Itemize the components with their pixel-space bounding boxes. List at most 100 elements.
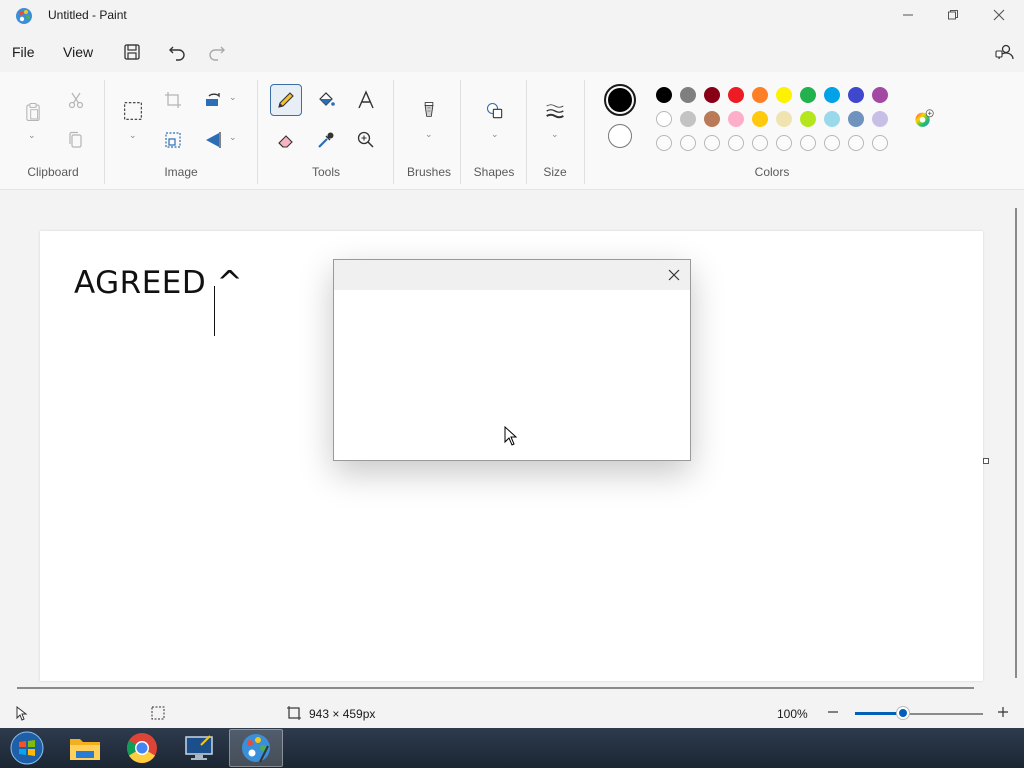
line-size-icon[interactable] [543, 99, 567, 123]
color-swatch[interactable] [848, 87, 864, 103]
pencil-icon[interactable] [275, 89, 297, 111]
restore-button[interactable] [930, 0, 976, 30]
color-swatch[interactable] [776, 111, 792, 127]
ribbon-divider [526, 80, 527, 184]
crop-icon[interactable] [162, 89, 184, 111]
menu-view[interactable]: View [63, 44, 93, 60]
copy-icon[interactable] [65, 129, 87, 151]
custom-color-slot[interactable] [680, 135, 696, 151]
group-label-size: Size [543, 165, 567, 179]
select-rectangle-icon[interactable] [121, 99, 145, 123]
shapes-icon[interactable] [483, 99, 507, 123]
canvas-text: AGREED ^ [74, 265, 244, 301]
ribbon: ⌄ Clipboard ⌄ ⌄ ⌄ Image Tools ⌄ Brushes … [0, 72, 1024, 190]
rotate-icon[interactable] [202, 89, 224, 111]
color-swatch[interactable] [728, 111, 744, 127]
color-swatch[interactable] [824, 111, 840, 127]
group-label-colors: Colors [754, 165, 790, 179]
zoom-in-icon[interactable] [996, 705, 1010, 719]
zoom-slider-thumb[interactable] [897, 707, 909, 719]
taskbar [0, 728, 1024, 768]
window-title: Untitled - Paint [48, 8, 127, 22]
group-label-tools: Tools [311, 165, 340, 179]
group-label-clipboard: Clipboard [27, 165, 79, 179]
color-swatch[interactable] [776, 87, 792, 103]
chevron-down-icon[interactable]: ⌄ [28, 130, 36, 141]
dialog-close-button[interactable] [664, 265, 684, 285]
redo-icon[interactable] [207, 42, 227, 62]
color-swatch[interactable] [656, 111, 672, 127]
color-swatch[interactable] [704, 111, 720, 127]
ribbon-divider [393, 80, 394, 184]
chevron-down-icon[interactable]: ⌄ [129, 130, 137, 141]
color-swatch[interactable] [752, 87, 768, 103]
start-orb-icon[interactable] [0, 729, 54, 767]
secondary-color-swatch[interactable] [608, 124, 632, 148]
color-swatch[interactable] [800, 87, 816, 103]
color-swatch[interactable] [704, 87, 720, 103]
minimize-button[interactable] [885, 0, 931, 30]
color-swatch[interactable] [848, 111, 864, 127]
resize-icon[interactable] [162, 129, 184, 151]
ribbon-divider [460, 80, 461, 184]
eraser-icon[interactable] [275, 129, 297, 151]
close-button[interactable] [976, 0, 1022, 30]
mouse-pointer-icon [504, 425, 518, 446]
color-swatch[interactable] [680, 87, 696, 103]
chevron-down-icon[interactable]: ⌄ [229, 132, 237, 143]
remote-desktop-icon[interactable] [172, 729, 226, 767]
file-explorer-icon[interactable] [58, 729, 112, 767]
paint-palette-icon [15, 7, 33, 25]
primary-color-swatch[interactable] [604, 84, 636, 116]
text-icon[interactable] [355, 89, 377, 111]
chevron-down-icon[interactable]: ⌄ [551, 129, 559, 140]
custom-color-slot[interactable] [728, 135, 744, 151]
custom-color-slot[interactable] [800, 135, 816, 151]
custom-color-slot[interactable] [704, 135, 720, 151]
custom-color-slot[interactable] [752, 135, 768, 151]
restore-icon [948, 10, 958, 20]
brush-icon[interactable] [418, 97, 440, 125]
pointer-position-icon [14, 705, 30, 721]
flip-icon[interactable] [202, 129, 224, 151]
vertical-scrollbar[interactable] [1015, 208, 1017, 678]
paste-icon[interactable] [21, 99, 45, 125]
color-swatch[interactable] [728, 87, 744, 103]
color-swatch[interactable] [872, 87, 888, 103]
canvas-resize-handle[interactable] [983, 458, 989, 464]
custom-color-slot[interactable] [656, 135, 672, 151]
color-swatch[interactable] [656, 87, 672, 103]
chevron-down-icon[interactable]: ⌄ [229, 92, 237, 103]
color-swatch[interactable] [680, 111, 696, 127]
share-icon[interactable] [994, 42, 1014, 62]
undo-icon[interactable] [167, 42, 187, 62]
horizontal-scrollbar[interactable] [17, 687, 974, 689]
color-picker-icon[interactable] [315, 129, 337, 151]
canvas-size-icon [286, 705, 302, 721]
chrome-icon[interactable] [115, 729, 169, 767]
menu-file[interactable]: File [12, 44, 35, 60]
save-icon[interactable] [122, 42, 142, 62]
chevron-down-icon[interactable]: ⌄ [425, 129, 433, 140]
color-swatch[interactable] [872, 111, 888, 127]
fill-bucket-icon[interactable] [315, 89, 337, 111]
color-swatch[interactable] [752, 111, 768, 127]
cut-icon[interactable] [65, 89, 87, 111]
color-swatch[interactable] [800, 111, 816, 127]
custom-color-slot[interactable] [776, 135, 792, 151]
close-icon [668, 269, 680, 281]
edit-colors-icon[interactable] [910, 105, 938, 133]
color-swatch[interactable] [824, 87, 840, 103]
chevron-down-icon[interactable]: ⌄ [491, 129, 499, 140]
custom-color-slot[interactable] [872, 135, 888, 151]
dialog-title-bar [334, 260, 690, 290]
menu-bar: File View [0, 36, 1024, 68]
close-icon [993, 9, 1005, 21]
custom-color-slot[interactable] [824, 135, 840, 151]
magnifier-icon[interactable] [355, 129, 377, 151]
text-caret [214, 286, 215, 336]
custom-color-slot[interactable] [848, 135, 864, 151]
paint-icon[interactable] [229, 729, 283, 767]
zoom-out-icon[interactable] [826, 705, 840, 719]
zoom-level[interactable]: 100% [777, 707, 808, 721]
